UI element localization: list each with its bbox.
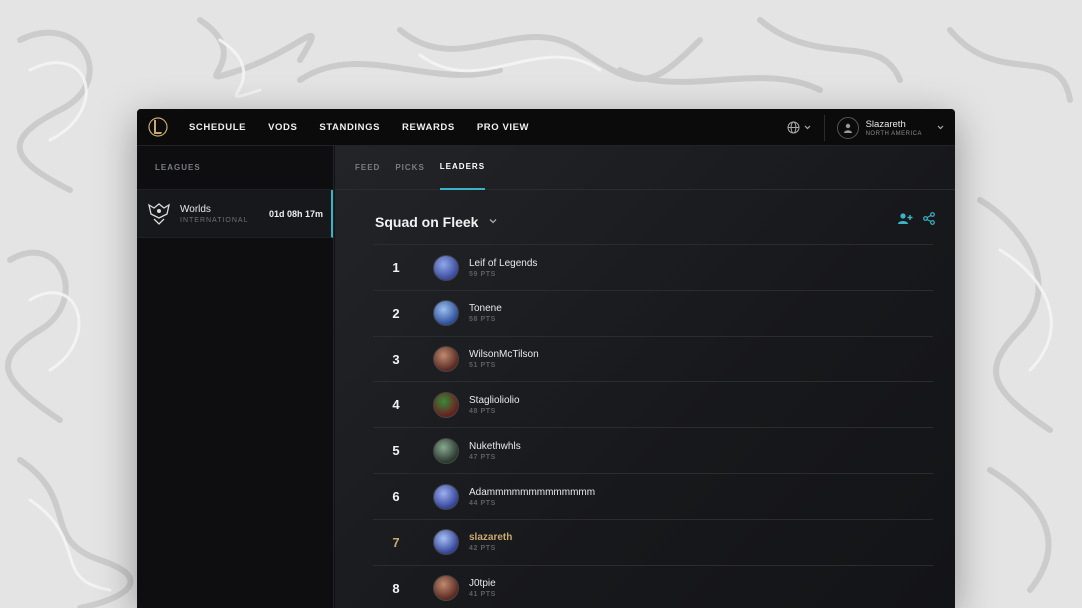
player-points: 51 PTS (469, 362, 496, 370)
player-info: Leif of Legends 59 PTS (469, 258, 537, 278)
rank-number: 7 (392, 534, 400, 550)
player-info: Adammmmmmmmmmmmm 44 PTS (469, 487, 595, 507)
player-points: 42 PTS (469, 545, 496, 553)
league-subtitle: INTERNATIONAL (180, 216, 249, 224)
avatar (433, 529, 459, 556)
user-name: Slazareth (865, 118, 906, 130)
avatar (433, 254, 459, 281)
share-icon[interactable] (923, 212, 935, 225)
rank-number: 6 (392, 489, 400, 504)
squad-header: Squad on Fleek (375, 208, 935, 236)
player-name: Leif of Legends (469, 257, 538, 269)
leaderboard-row[interactable]: 1 Leif of Legends 59 PTS (373, 244, 933, 290)
player-points: 48 PTS (469, 407, 496, 415)
chevron-down-icon (490, 218, 497, 223)
player-info: Nukethwhls 47 PTS (469, 441, 521, 461)
tab-bar: FEED PICKS LEADERS (335, 146, 955, 190)
player-name: Tonene (469, 303, 502, 315)
league-text: Worlds INTERNATIONAL (180, 204, 249, 224)
squad-title: Squad on Fleek (375, 214, 479, 230)
user-menu[interactable]: Slazareth NORTH AMERICA (836, 116, 945, 139)
player-name: WilsonMcTilson (469, 349, 539, 361)
squad-dropdown[interactable] (488, 216, 498, 229)
league-name: Worlds (180, 203, 211, 215)
avatar (433, 300, 459, 327)
user-icon (836, 116, 859, 139)
nav-rewards[interactable]: REWARDS (402, 122, 455, 133)
leaderboard-row[interactable]: 3 WilsonMcTilson 51 PTS (373, 335, 933, 382)
league-countdown: 01d 08h 17m (268, 208, 323, 219)
leaderboard-row[interactable]: 8 J0tpie 41 PTS (373, 564, 933, 608)
leaderboard-row[interactable]: 6 Adammmmmmmmmmmmm 44 PTS (373, 473, 933, 519)
sidebar-item-worlds[interactable]: Worlds INTERNATIONAL 01d 08h 17m (137, 190, 333, 238)
avatar (433, 346, 459, 373)
tab-picks[interactable]: PICKS (395, 146, 424, 190)
language-selector[interactable] (787, 121, 812, 134)
leaderboard-row[interactable]: 5 Nukethwhls 47 PTS (373, 427, 933, 473)
avatar (433, 575, 459, 602)
rank-number: 4 (392, 397, 400, 413)
top-right-controls: Slazareth NORTH AMERICA (787, 109, 955, 146)
rank-number: 1 (392, 260, 400, 275)
chevron-down-icon (804, 125, 811, 130)
player-points: 59 PTS (469, 270, 496, 278)
tab-leaders[interactable]: LEADERS (439, 146, 486, 190)
player-name: slazareth (469, 532, 513, 544)
player-name: Staglioliolio (469, 394, 520, 406)
lol-logo-icon[interactable] (137, 109, 179, 146)
top-navigation-bar: SCHEDULE VODS STANDINGS REWARDS PRO VIEW (137, 109, 955, 146)
leaderboard-row[interactable]: 7 slazareth 42 PTS (373, 518, 933, 565)
avatar (433, 483, 459, 510)
player-points: 58 PTS (469, 316, 496, 324)
app-window: SCHEDULE VODS STANDINGS REWARDS PRO VIEW (137, 109, 955, 608)
rank-number: 8 (392, 580, 400, 596)
rank-number: 5 (392, 443, 400, 459)
leaderboard-row[interactable]: 2 Tonene 58 PTS (373, 289, 933, 336)
avatar (433, 437, 459, 464)
player-points: 47 PTS (469, 453, 496, 461)
player-name: Nukethwhls (469, 440, 521, 452)
sidebar-heading: LEAGUES (137, 146, 333, 190)
user-region: NORTH AMERICA (865, 130, 922, 137)
leaderboard-row[interactable]: 4 Staglioliolio 48 PTS (373, 381, 933, 427)
player-info: J0tpie 41 PTS (469, 578, 496, 598)
player-name: Adammmmmmmmmmmmm (469, 486, 596, 498)
worlds-trophy-icon (145, 200, 173, 228)
rank-number: 2 (392, 305, 400, 321)
player-info: WilsonMcTilson 51 PTS (469, 349, 539, 369)
player-info: slazareth 42 PTS (469, 532, 512, 552)
sidebar: LEAGUES Worlds INTERNATIONAL 01d 08h 17m (137, 146, 334, 608)
main-nav: SCHEDULE VODS STANDINGS REWARDS PRO VIEW (189, 122, 551, 133)
nav-pro-view[interactable]: PRO VIEW (477, 122, 529, 133)
chevron-down-icon (937, 125, 944, 130)
player-info: Tonene 58 PTS (469, 303, 502, 323)
main-panel: FEED PICKS LEADERS Squad on Fleek 1 Leif… (335, 146, 955, 608)
rank-number: 3 (392, 351, 400, 367)
user-info: Slazareth NORTH AMERICA (866, 119, 922, 137)
divider (823, 114, 825, 141)
player-points: 41 PTS (469, 591, 496, 599)
nav-vods[interactable]: VODS (268, 122, 297, 133)
globe-icon (787, 121, 800, 134)
player-points: 44 PTS (469, 499, 496, 507)
player-name: J0tpie (469, 578, 496, 590)
nav-schedule[interactable]: SCHEDULE (189, 122, 246, 133)
nav-standings[interactable]: STANDINGS (319, 122, 380, 133)
tab-feed[interactable]: FEED (355, 146, 380, 190)
avatar (433, 391, 459, 418)
player-info: Staglioliolio 48 PTS (469, 395, 520, 415)
squad-actions (887, 212, 935, 225)
add-user-icon[interactable] (897, 212, 913, 225)
